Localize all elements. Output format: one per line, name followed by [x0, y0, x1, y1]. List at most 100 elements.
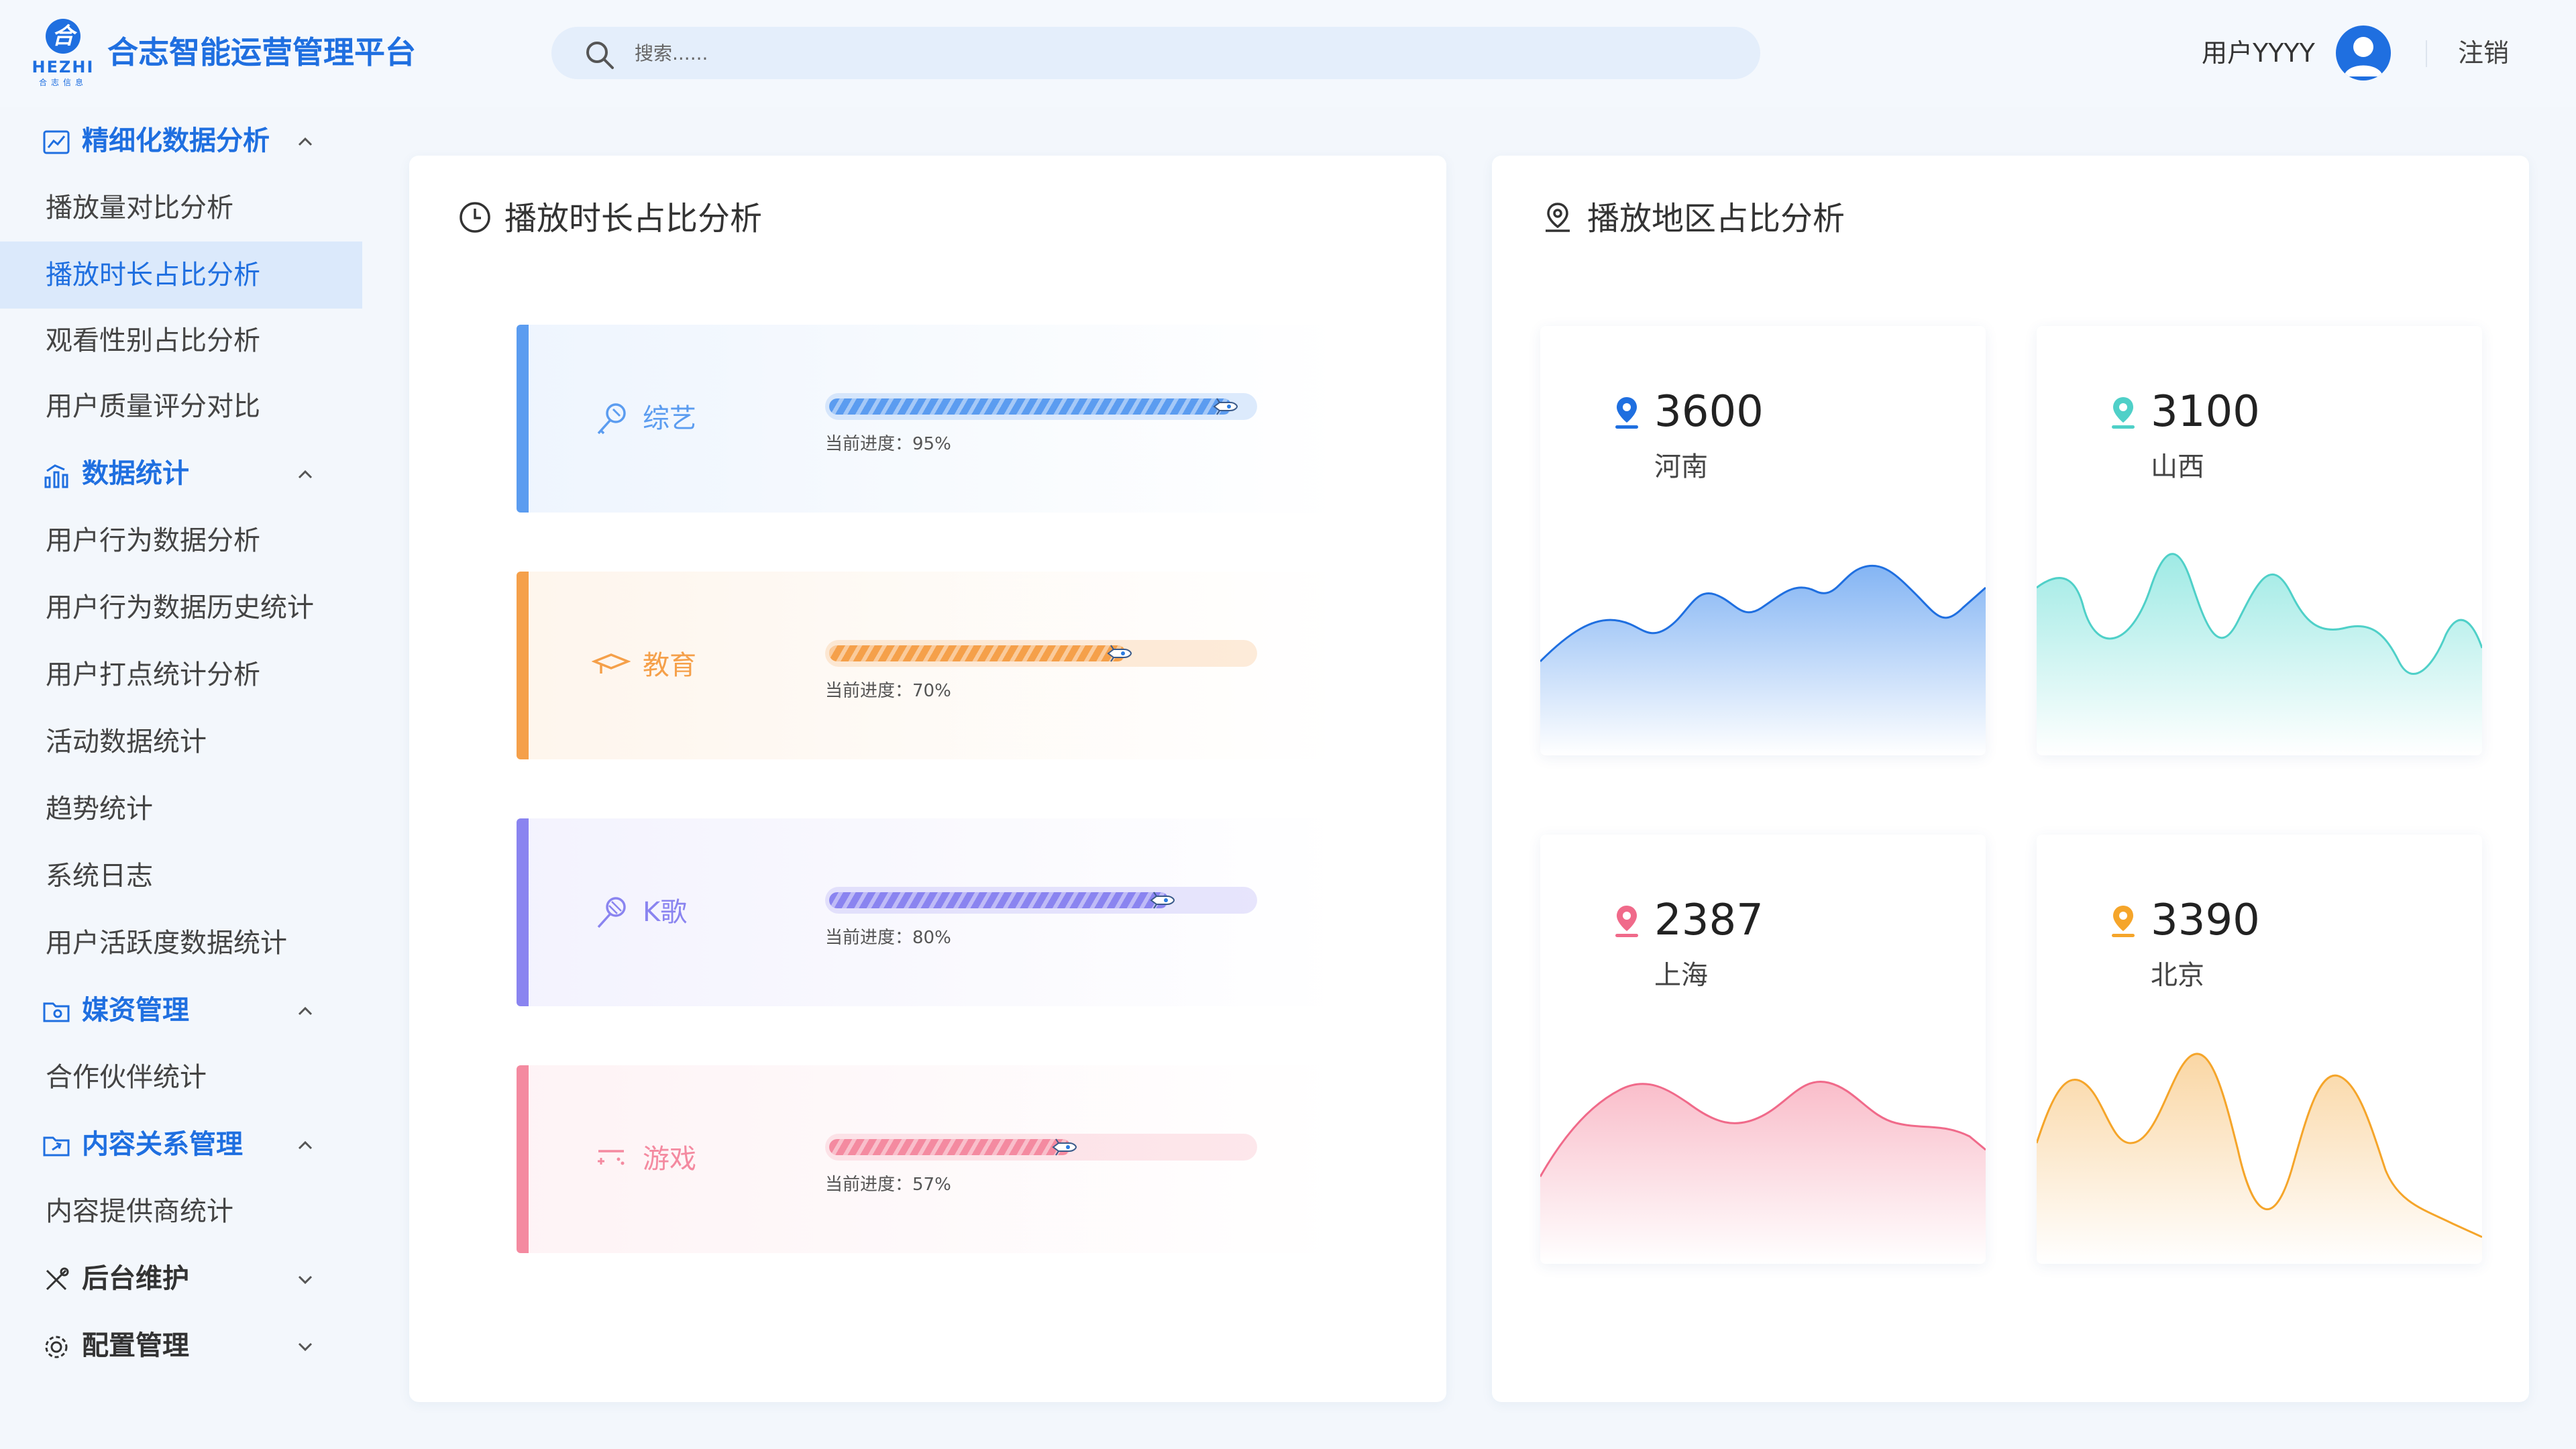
search-input[interactable] — [635, 27, 1708, 79]
rocket-icon — [1213, 398, 1238, 415]
settings-icon — [45, 1336, 68, 1358]
region-trend-wave — [2037, 553, 2482, 755]
brand-logo[interactable]: 合 HEZHI 合志信息 — [31, 19, 95, 89]
card-accent-bar — [517, 572, 529, 759]
region-name: 上海 — [1654, 960, 1708, 991]
region-value: 2387 — [1654, 896, 1764, 945]
sidebar-item-label: 用户活跃度数据统计 — [46, 928, 287, 959]
region-card-shanghai[interactable]: 2387 上海 — [1540, 835, 1986, 1264]
chevron-up-icon[interactable] — [295, 1135, 315, 1155]
sidebar-item-content-providers[interactable]: 内容提供商统计 — [0, 1178, 362, 1245]
progress-bar — [825, 393, 1257, 420]
region-value: 3390 — [2151, 896, 2260, 945]
progress-bar — [825, 887, 1257, 914]
sidebar-item-user-activity[interactable]: 用户活跃度数据统计 — [0, 910, 362, 977]
folder-link-icon — [43, 1136, 70, 1157]
header-divider — [2426, 40, 2427, 67]
username-label[interactable]: 用户YYYY — [2202, 36, 2315, 70]
progress-bar — [825, 1134, 1257, 1161]
progress-text: 当前进度：80% — [825, 928, 951, 948]
sidebar-item-behavior[interactable]: 用户行为数据分析 — [0, 507, 362, 574]
region-card-shanxi[interactable]: 3100 山西 — [2037, 326, 2482, 755]
location-pin-icon — [1615, 397, 1638, 429]
sidebar-group-label: 数据统计 — [82, 458, 189, 489]
panel-title: 播放时长占比分析 — [504, 200, 763, 237]
progress-card: 游戏 当前进度：57% — [517, 1065, 1342, 1253]
sidebar-group-label: 内容关系管理 — [82, 1129, 243, 1160]
microphone-icon — [597, 403, 626, 435]
sidebar-item-label: 趋势统计 — [46, 794, 153, 824]
card-accent-bar — [517, 325, 529, 513]
sidebar-item-label: 合作伙伴统计 — [46, 1062, 207, 1093]
region-card-henan[interactable]: 3600 河南 — [1540, 326, 1986, 755]
sidebar-group-fine-analysis[interactable]: 精细化数据分析 — [0, 107, 362, 174]
sidebar-item-play-duration[interactable]: 播放时长占比分析 — [0, 241, 362, 309]
progress-text: 当前进度：70% — [825, 681, 951, 701]
sidebar-item-label: 用户打点统计分析 — [46, 659, 260, 690]
sidebar-item-quality[interactable]: 用户质量评分对比 — [0, 373, 362, 440]
category-label: 教育 — [643, 650, 696, 681]
sidebar-item-tracking[interactable]: 用户打点统计分析 — [0, 641, 362, 708]
chevron-down-icon[interactable] — [295, 1269, 315, 1289]
top-header: 合 HEZHI 合志信息 合志智能运营管理平台 用户YYYY 注销 — [0, 0, 2576, 107]
clock-icon — [460, 202, 490, 233]
location-pin-icon — [1546, 203, 1570, 232]
sidebar-item-trend[interactable]: 趋势统计 — [0, 775, 362, 843]
sidebar-group-label: 媒资管理 — [82, 995, 189, 1026]
location-pin-icon — [2112, 906, 2135, 937]
user-avatar[interactable] — [2336, 25, 2391, 80]
gamepad-icon — [598, 1150, 625, 1165]
sidebar-item-label: 系统日志 — [46, 861, 153, 892]
sidebar-group-statistics[interactable]: 数据统计 — [0, 440, 362, 507]
karaoke-mic-icon — [597, 897, 626, 928]
progress-card: 教育当前进度：70% — [517, 572, 1342, 759]
region-name: 河南 — [1654, 451, 1708, 482]
sidebar-item-label: 活动数据统计 — [46, 727, 207, 757]
chevron-down-icon[interactable] — [295, 1336, 315, 1356]
bar-chart-icon — [44, 464, 68, 488]
graduation-cap-icon — [592, 653, 631, 674]
sidebar-item-label: 观看性别占比分析 — [46, 325, 260, 356]
sidebar-group-label: 后台维护 — [82, 1263, 189, 1294]
chevron-up-icon[interactable] — [295, 131, 315, 152]
sidebar-group-media[interactable]: 媒资管理 — [0, 977, 362, 1044]
sidebar-group-maintenance[interactable]: 后台维护 — [0, 1245, 362, 1312]
region-trend-wave — [1540, 564, 1986, 755]
sidebar-group-content-relations[interactable]: 内容关系管理 — [0, 1111, 362, 1178]
location-pin-icon — [2112, 397, 2135, 429]
sidebar-item-gender[interactable]: 观看性别占比分析 — [0, 307, 362, 374]
sidebar-group-label: 配置管理 — [82, 1330, 189, 1361]
sidebar-item-activity[interactable]: 活动数据统计 — [0, 708, 362, 775]
progress-fill — [829, 892, 1169, 908]
logo-subtext: 合志信息 — [38, 78, 87, 87]
logo-text: HEZHI — [32, 58, 95, 76]
region-card-beijing[interactable]: 3390 北京 — [2037, 835, 2482, 1264]
sidebar-item-partners[interactable]: 合作伙伴统计 — [0, 1044, 362, 1111]
sidebar-item-behavior-history[interactable]: 用户行为数据历史统计 — [0, 574, 362, 641]
card-accent-bar — [517, 818, 529, 1006]
user-avatar-icon — [2344, 37, 2383, 76]
search-box[interactable] — [551, 27, 1760, 79]
chevron-up-icon[interactable] — [295, 464, 315, 484]
card-accent-bar — [517, 1065, 529, 1253]
progress-fill — [829, 398, 1232, 415]
sidebar-item-play-count[interactable]: 播放量对比分析 — [0, 174, 362, 241]
region-trend-wave — [1540, 1081, 1986, 1264]
region-name: 北京 — [2151, 960, 2204, 991]
tools-icon — [46, 1267, 69, 1291]
sidebar: 精细化数据分析 播放量对比分析 播放时长占比分析 观看性别占比分析 用户质量评分… — [0, 107, 362, 1449]
logout-button[interactable]: 注销 — [2458, 36, 2509, 70]
progress-text: 当前进度：57% — [825, 1175, 951, 1195]
category-label: 综艺 — [643, 403, 696, 434]
sidebar-group-config[interactable]: 配置管理 — [0, 1312, 362, 1379]
sidebar-item-system-log[interactable]: 系统日志 — [0, 843, 362, 910]
chevron-up-icon[interactable] — [295, 1001, 315, 1021]
sidebar-item-label: 内容提供商统计 — [46, 1196, 233, 1227]
rocket-icon — [1107, 645, 1132, 662]
progress-card: K歌 当前进度：80% — [517, 818, 1342, 1006]
app-title: 合志智能运营管理平台 — [107, 34, 416, 70]
progress-fill — [829, 1139, 1071, 1155]
sidebar-item-label: 用户质量评分对比 — [46, 391, 260, 422]
region-trend-wave — [2037, 1053, 2482, 1264]
search-icon[interactable] — [584, 39, 616, 71]
